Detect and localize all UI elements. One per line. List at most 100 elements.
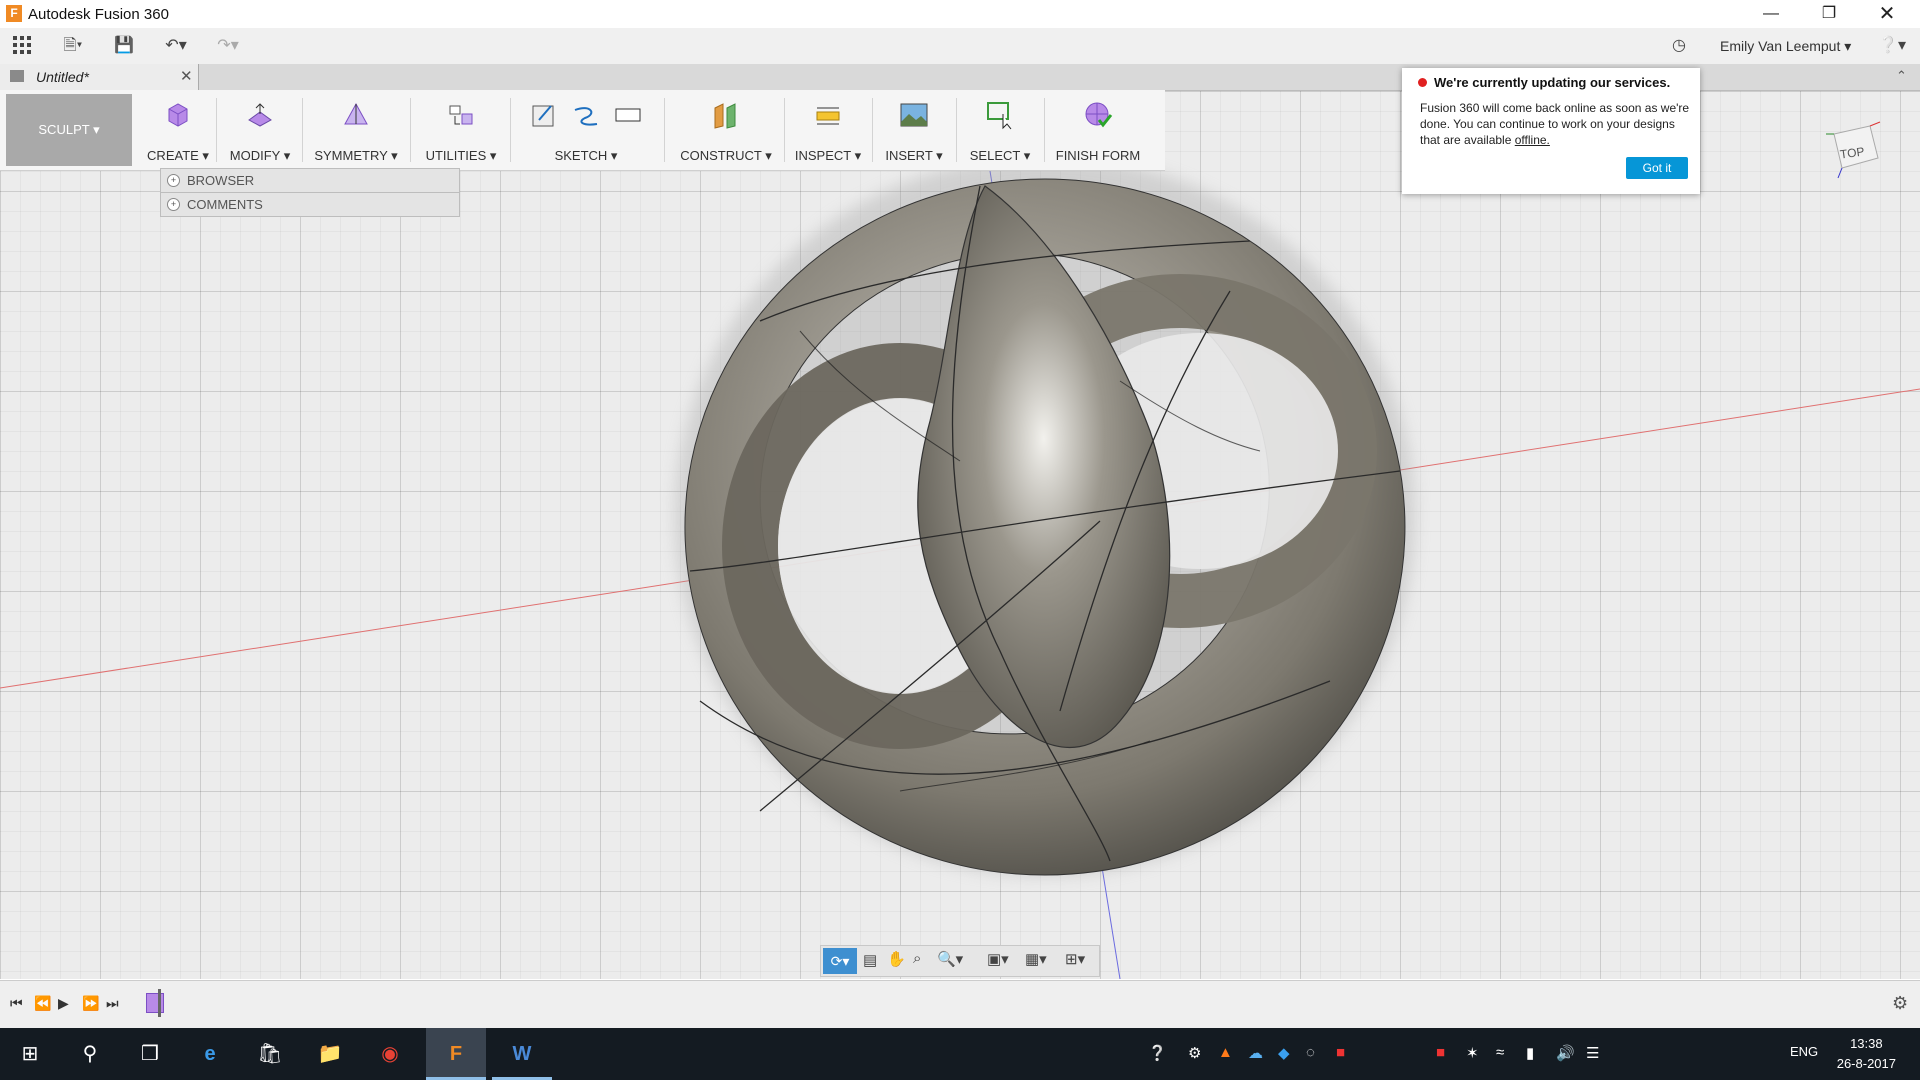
chrome-icon[interactable]: ◉: [360, 1028, 420, 1080]
toolbar-divider: [1044, 98, 1045, 162]
insert-menu[interactable]: INSERT ▾: [876, 90, 952, 170]
look-at-icon[interactable]: ▤: [863, 951, 877, 969]
close-tab-icon[interactable]: ✕: [180, 67, 193, 85]
antivirus-icon[interactable]: ■: [1336, 1044, 1345, 1061]
toolbar-divider: [216, 98, 217, 162]
comments-panel-header[interactable]: + COMMENTS: [160, 192, 460, 217]
fusion-taskbar-icon[interactable]: F: [426, 1028, 486, 1080]
dropbox-icon[interactable]: ◆: [1278, 1044, 1290, 1062]
word-icon[interactable]: W: [492, 1028, 552, 1080]
navigation-bar: ⟳▾ ▤ ✋ ⌕ 🔍▾ ▣▾ ▦▾ ⊞▾: [820, 945, 1100, 977]
edge-browser-icon[interactable]: e: [180, 1028, 240, 1080]
workspace-label: SCULPT: [38, 122, 90, 137]
toolbar-divider: [664, 98, 665, 162]
notification-heading: We're currently updating our services.: [1434, 75, 1671, 90]
expand-icon[interactable]: +: [167, 198, 180, 211]
grid-settings-icon[interactable]: ▦▾: [1025, 950, 1047, 968]
save-icon[interactable]: 💾: [112, 36, 136, 56]
network-tray-icon[interactable]: ◌: [1306, 1044, 1315, 1061]
document-icon: [10, 70, 24, 82]
mirror-symmetry-icon: [344, 102, 368, 125]
play-icon[interactable]: ▶: [58, 995, 69, 1012]
document-tab-title: Untitled*: [36, 69, 89, 85]
go-to-start-icon[interactable]: ⏮: [10, 995, 23, 1012]
battery-icon[interactable]: ▮: [1526, 1044, 1534, 1062]
orbit-icon[interactable]: ⟳▾: [823, 948, 857, 974]
start-windows-icon[interactable]: ⊞: [0, 1028, 60, 1080]
undo-icon[interactable]: ↶▾: [158, 36, 194, 56]
toolbar-divider: [302, 98, 303, 162]
canvas-viewport[interactable]: [0, 91, 1920, 979]
restore-button[interactable]: ❐: [1800, 0, 1858, 28]
go-to-end-icon[interactable]: ⏭: [106, 995, 119, 1012]
service-notification: We're currently updating our services. F…: [1402, 68, 1700, 194]
task-view-icon[interactable]: ❒: [120, 1028, 180, 1080]
update-tray-icon[interactable]: ▲: [1218, 1044, 1233, 1061]
utilities-menu[interactable]: UTILITIES ▾: [416, 90, 506, 170]
fit-icon[interactable]: 🔍▾: [937, 950, 963, 968]
construct-menu[interactable]: CONSTRUCT ▾: [670, 90, 782, 170]
view-cube[interactable]: TOP: [1826, 120, 1884, 180]
settings-tray-icon[interactable]: ⚙: [1188, 1044, 1201, 1062]
system-clock[interactable]: 13:38 26-8-2017: [1837, 1034, 1896, 1074]
document-tab[interactable]: Untitled* ✕: [0, 64, 199, 90]
volume-icon[interactable]: 🔊: [1556, 1044, 1575, 1062]
onedrive-icon[interactable]: ☁: [1248, 1044, 1263, 1062]
clock-date: 26-8-2017: [1836, 1056, 1896, 1071]
sketch-menu[interactable]: SKETCH ▾: [516, 90, 656, 170]
quick-access-toolbar: 🗎▾ 💾 ↶▾ ↷▾ ◷ Emily Van Leemput ▾ ❔▾: [0, 28, 1920, 65]
window-title: Autodesk Fusion 360: [28, 6, 169, 23]
offset-plane-icon: [714, 103, 736, 129]
sculpt-box-icon: [168, 103, 188, 127]
redo-icon[interactable]: ↷▾: [210, 36, 246, 56]
select-cursor-icon: [987, 102, 1012, 130]
offline-link[interactable]: offline.: [1515, 133, 1550, 147]
browser-label: BROWSER: [187, 173, 255, 188]
store-icon[interactable]: 🛍: [240, 1028, 300, 1080]
app-grid-icon[interactable]: [12, 36, 32, 56]
minimize-button[interactable]: —: [1742, 0, 1800, 28]
timeline-marker[interactable]: [158, 989, 161, 1017]
expand-icon[interactable]: +: [167, 174, 180, 187]
notification-body: Fusion 360 will come back online as soon…: [1420, 101, 1690, 147]
timeline-settings-gear-icon[interactable]: ⚙: [1892, 993, 1908, 1014]
symmetry-menu[interactable]: SYMMETRY ▾: [308, 90, 404, 170]
action-center-icon[interactable]: ☰: [1586, 1044, 1599, 1062]
create-menu[interactable]: CREATE ▾: [140, 90, 216, 170]
form-feature-icon[interactable]: [146, 993, 164, 1013]
zoom-icon[interactable]: ⌕: [913, 950, 921, 967]
bluetooth-icon[interactable]: ✶: [1466, 1044, 1479, 1062]
collapse-chevron-icon[interactable]: ⌃: [1896, 68, 1907, 84]
display-settings-icon[interactable]: ▣▾: [987, 950, 1009, 968]
file-explorer-icon[interactable]: 📁: [300, 1028, 360, 1080]
title-bar: F Autodesk Fusion 360 — ❐ ✕: [0, 0, 1920, 28]
fusion-app-icon: F: [6, 5, 22, 22]
step-forward-icon[interactable]: ⏩: [82, 995, 99, 1012]
step-back-icon[interactable]: ⏪: [34, 995, 51, 1012]
got-it-button[interactable]: Got it: [1626, 157, 1688, 179]
close-button[interactable]: ✕: [1858, 0, 1916, 28]
user-menu[interactable]: Emily Van Leemput ▾: [1720, 38, 1851, 55]
inspect-menu[interactable]: INSPECT ▾: [788, 90, 868, 170]
clock-time: 13:38: [1850, 1036, 1883, 1051]
model-canvas: [0, 156, 1920, 979]
wifi-icon[interactable]: ≈: [1496, 1044, 1504, 1061]
user-name: Emily Van Leemput: [1720, 38, 1841, 54]
finish-form-button[interactable]: FINISH FORM: [1048, 90, 1148, 170]
viewports-icon[interactable]: ⊞▾: [1065, 950, 1085, 968]
solidworks-icon[interactable]: ■: [1436, 1044, 1445, 1061]
job-status-icon[interactable]: ◷: [1668, 36, 1690, 56]
file-menu-icon[interactable]: 🗎▾: [56, 36, 90, 56]
browser-panel-header[interactable]: + BROWSER: [160, 168, 460, 193]
select-menu[interactable]: SELECT ▾: [960, 90, 1040, 170]
language-indicator[interactable]: ENG: [1790, 1044, 1818, 1059]
search-icon[interactable]: ⚲: [60, 1028, 120, 1080]
modify-menu[interactable]: MODIFY ▾: [222, 90, 298, 170]
alert-dot-icon: [1418, 78, 1427, 87]
timeline-bar: ⏮ ⏪ ▶ ⏩ ⏭ ⚙: [0, 980, 1920, 1029]
toolbar-divider: [956, 98, 957, 162]
pan-hand-icon[interactable]: ✋: [887, 950, 906, 968]
help-tray-icon[interactable]: ❔: [1148, 1044, 1167, 1062]
workspace-switcher[interactable]: SCULPT ▾: [6, 94, 132, 166]
help-icon[interactable]: ❔▾: [1874, 36, 1910, 56]
